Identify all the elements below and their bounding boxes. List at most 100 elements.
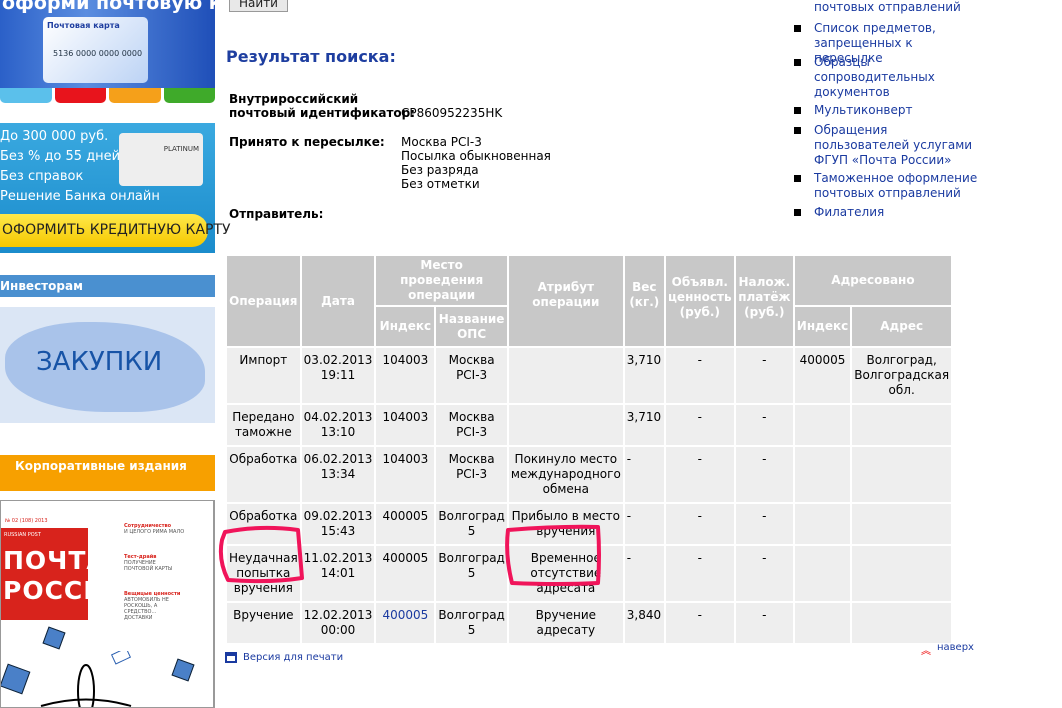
cell-to-index: 400005 xyxy=(794,348,851,403)
col-addr-index: Индекс xyxy=(794,307,851,346)
banner-line: Решение Банка онлайн xyxy=(0,189,160,204)
col-addressed: Адресовано xyxy=(794,256,952,305)
accepted-values: Москва PCI-3 Посылка обыкновенная Без разр… xyxy=(401,135,551,191)
cell-ops: Волгоград 5 xyxy=(436,546,507,601)
cell-cod: - xyxy=(735,447,793,502)
tracking-id: CP860952235HK xyxy=(401,106,503,120)
cell-cod: - xyxy=(735,603,793,643)
table-row: Неудачная попытка вручения 11.02.2013 14:… xyxy=(227,546,952,601)
cell-index[interactable]: 400005 xyxy=(376,603,435,643)
col-weight: Вес (кг.) xyxy=(624,256,664,346)
banner-line: Без % до 55 дней xyxy=(0,149,121,164)
cell-declared: - xyxy=(665,504,734,544)
accepted-label: Принято к пересылке: xyxy=(229,135,385,149)
card-number: 5136 0000 0000 0000 xyxy=(53,49,143,58)
magazine-headline: Тест-драйв ПОЛУЧЕНИЕ ПОЧТОВОЙ КАРТЫ xyxy=(124,554,173,572)
cell-op: Импорт xyxy=(227,348,300,403)
cell-date: 03.02.2013 19:11 xyxy=(301,348,375,403)
cell-to-addr xyxy=(852,603,952,643)
cell-cod: - xyxy=(735,405,793,445)
cell-declared: - xyxy=(665,603,734,643)
double-chevron-up-icon: ︽ xyxy=(921,646,931,657)
corporate-editions-heading[interactable]: Корпоративные издания xyxy=(0,455,215,491)
cell-op: Обработка xyxy=(227,447,300,502)
top-label: наверх xyxy=(937,642,974,653)
col-date: Дата xyxy=(301,256,375,346)
cell-op: Вручение xyxy=(227,603,300,643)
cell-date: 11.02.2013 14:01 xyxy=(301,546,375,601)
parcel-icon xyxy=(1,663,31,695)
table-row: Обработка 09.02.2013 15:43 400005 Волгоград… xyxy=(227,504,952,544)
cell-declared: - xyxy=(665,348,734,403)
banner-line: Без справок xyxy=(0,169,84,184)
cell-ops: Москва PCI-3 xyxy=(436,348,507,403)
banner-line: До 300 000 руб. xyxy=(0,129,109,144)
right-link[interactable]: Образцы сопроводительных документов xyxy=(794,55,984,100)
banner-headline: оформи почтовую карту! xyxy=(2,0,215,14)
right-link[interactable]: почтовых отправлений xyxy=(794,0,984,15)
cell-date: 09.02.2013 15:43 xyxy=(301,504,375,544)
magazine-logo: RUSSIAN POST ПОЧТА РОССИИ xyxy=(1,528,126,620)
postal-card-banner[interactable]: оформи почтовую карту! Почтовая карта 51… xyxy=(0,0,215,88)
cell-to-index xyxy=(794,405,851,445)
col-ops-name: Название ОПС xyxy=(436,307,507,346)
cell-to-index xyxy=(794,546,851,601)
cell-to-index xyxy=(794,603,851,643)
table-row: Вручение 12.02.2013 00:00 400005 Волгоград … xyxy=(227,603,952,643)
parcel-icon xyxy=(42,626,66,650)
credit-card-image: PLATINUM xyxy=(119,133,203,186)
right-link[interactable]: Мультиконверт xyxy=(794,103,984,118)
cell-weight: - xyxy=(624,447,664,502)
cell-to-addr: Волгоград, Волгоградская обл. xyxy=(852,348,952,403)
cell-index: 400005 xyxy=(376,504,435,544)
cell-index: 104003 xyxy=(376,447,435,502)
col-declared: Объявл. ценность (руб.) xyxy=(665,256,734,346)
table-row: Импорт 03.02.2013 19:11 104003 Москва PCI-3… xyxy=(227,348,952,403)
cell-attr: Временное отсутствие адресата xyxy=(508,546,623,601)
cell-ops: Москва PCI-3 xyxy=(436,447,507,502)
col-address: Адрес xyxy=(852,307,952,346)
banner-strip xyxy=(0,88,215,103)
cell-cod: - xyxy=(735,348,793,403)
cell-index: 400005 xyxy=(376,546,435,601)
cell-attr: Покинуло место международного обмена xyxy=(508,447,623,502)
table-row: Передано таможне 04.02.2013 13:10 104003 Мо… xyxy=(227,405,952,445)
investors-link[interactable]: Инвесторам xyxy=(0,275,215,297)
magazine-headline: Вещицые ценности АВТОМОБИЛЬ НЕ РОСКОШЬ, А… xyxy=(124,591,181,621)
cell-to-addr xyxy=(852,504,952,544)
printer-icon xyxy=(225,652,237,663)
apply-credit-card-button[interactable]: ОФОРМИТЬ КРЕДИТНУЮ КАРТУ xyxy=(0,214,231,247)
cell-cod: - xyxy=(735,546,793,601)
right-link[interactable]: Таможенное оформление почтовых отправлен… xyxy=(794,171,984,201)
cell-declared: - xyxy=(665,546,734,601)
find-button[interactable]: Найти xyxy=(229,0,288,12)
tracking-table: Операция Дата Место проведения операции … xyxy=(225,254,953,645)
cell-weight: - xyxy=(624,504,664,544)
cell-op: Передано таможне xyxy=(227,405,300,445)
cell-index: 104003 xyxy=(376,405,435,445)
cell-attr xyxy=(508,405,623,445)
cell-declared: - xyxy=(665,447,734,502)
print-label: Версия для печати xyxy=(243,652,344,663)
cell-index: 104003 xyxy=(376,348,435,403)
issue-number: № 02 (108) 2013 xyxy=(5,518,48,524)
procurement-banner[interactable]: ЗАКУПКИ xyxy=(0,307,215,423)
right-link[interactable]: Филателия xyxy=(794,205,984,220)
table-row: Обработка 06.02.2013 13:34 104003 Москва PC… xyxy=(227,447,952,502)
back-to-top-link[interactable]: ︽ наверх xyxy=(921,642,974,657)
cell-date: 06.02.2013 13:34 xyxy=(301,447,375,502)
cell-weight: 3,710 xyxy=(624,405,664,445)
cell-to-index xyxy=(794,447,851,502)
magazine-cover[interactable]: № 02 (108) 2013 RUSSIAN POST ПОЧТА РОССИИ… xyxy=(0,500,215,708)
print-version-link[interactable]: Версия для печати xyxy=(225,652,343,663)
postal-card-image: Почтовая карта 5136 0000 0000 0000 xyxy=(43,17,148,83)
cell-declared: - xyxy=(665,405,734,445)
sender-label: Отправитель: xyxy=(229,207,324,221)
cell-attr: Прибыло в место вручения xyxy=(508,504,623,544)
cell-ops: Москва PCI-3 xyxy=(436,405,507,445)
cell-to-addr xyxy=(852,447,952,502)
col-operation: Операция xyxy=(227,256,300,346)
cell-ops: Волгоград 5 xyxy=(436,504,507,544)
cell-date: 04.02.2013 13:10 xyxy=(301,405,375,445)
right-link[interactable]: Обращения пользователей услугами ФГУП «П… xyxy=(794,123,984,168)
